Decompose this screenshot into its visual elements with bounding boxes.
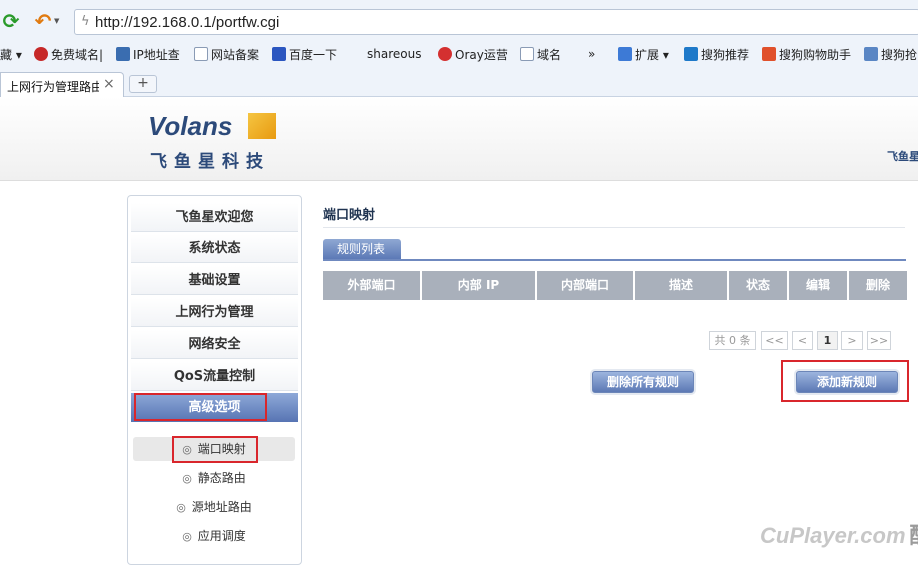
oray-icon [34, 47, 48, 61]
page-icon [520, 47, 534, 61]
shop-icon [762, 47, 776, 61]
column-header: 状态 [729, 271, 789, 300]
bookmark-item[interactable]: 搜狗抢 [864, 45, 917, 63]
bullet-icon: ◎ [182, 530, 192, 543]
bookmark-item[interactable]: 域名 [520, 45, 561, 63]
delete-all-rules-button[interactable]: 删除所有规则 [592, 371, 694, 393]
column-header: 删除 [849, 271, 907, 300]
lightning-icon: ϟ [81, 14, 90, 29]
page-icon [194, 47, 208, 61]
bookmark-item[interactable]: 扩展 ▾ [618, 45, 669, 63]
page-header: Volans 飞鱼星科技 飞鱼星 [0, 97, 918, 181]
search-icon [684, 47, 698, 61]
window-icon [864, 47, 878, 61]
pager-prev-button[interactable]: < [792, 331, 813, 350]
bookmark-item[interactable]: 网站备案 [194, 45, 259, 63]
column-header: 外部端口 [323, 271, 422, 300]
baidu-icon [272, 47, 286, 61]
chevron-down-icon[interactable]: ▼ [54, 17, 62, 25]
page-title: 端口映射 [323, 208, 376, 223]
sidebar-item-qos[interactable]: QoS流量控制 [131, 362, 298, 391]
sidebar: 飞鱼星欢迎您 系统状态 基础设置 上网行为管理 网络安全 QoS流量控制 高级选… [127, 195, 302, 565]
bookmarks-bar: 藏 ▾ 免费域名| IP地址查 网站备案 百度一下 shareous Oray运… [0, 42, 918, 66]
bookmark-item[interactable]: Oray运营 [438, 45, 508, 63]
pager-first-button[interactable]: << [761, 331, 788, 350]
add-rule-button[interactable]: 添加新规则 [796, 371, 898, 393]
pager-last-button[interactable]: >> [867, 331, 891, 350]
logo: Volans 飞鱼星科技 [148, 111, 288, 172]
sidebar-item-system-status[interactable]: 系统状态 [131, 234, 298, 263]
bookmark-item[interactable]: 搜狗推荐 [684, 45, 749, 63]
oray-icon [438, 47, 452, 61]
bookmark-item[interactable]: 免费域名| [34, 45, 103, 63]
new-tab-button[interactable]: + [129, 75, 157, 93]
sidebar-item-network-security[interactable]: 网络安全 [131, 330, 298, 359]
logo-wordmark: Volans [148, 111, 233, 141]
tab-active[interactable]: 上网行为管理路由 × [0, 72, 124, 97]
tab-bar: 上网行为管理路由 × + [0, 70, 918, 97]
divider [323, 259, 906, 261]
sub-item-app-scheduling[interactable]: ◎ 应用调度 [133, 524, 295, 548]
address-bar[interactable]: ϟ http://192.168.0.1/portfw.cgi [74, 9, 918, 35]
column-header: 编辑 [789, 271, 849, 300]
grid-icon [618, 47, 632, 61]
highlight-box [134, 393, 267, 421]
pager-total: 共 0 条 [709, 331, 756, 350]
refresh-icon[interactable]: ⟳ [0, 9, 24, 33]
sub-item-static-route[interactable]: ◎ 静态路由 [133, 466, 295, 490]
bookmark-item[interactable]: 百度一下 [272, 45, 337, 63]
back-icon[interactable]: ↶ [30, 9, 56, 33]
divider [323, 227, 905, 228]
bookmark-item[interactable]: shareous [367, 45, 421, 63]
sidebar-item-welcome[interactable]: 飞鱼星欢迎您 [131, 203, 298, 232]
rules-table-header: 外部端口 内部 IP 内部端口 描述 状态 编辑 删除 [323, 271, 907, 300]
bullet-icon: ◎ [176, 501, 186, 514]
header-right-text: 飞鱼星 [887, 150, 918, 163]
pager-next-button[interactable]: > [841, 331, 863, 350]
sidebar-item-behavior-mgmt[interactable]: 上网行为管理 [131, 298, 298, 327]
highlight-box [172, 436, 258, 463]
column-header: 内部 IP [422, 271, 537, 300]
tab-label: 上网行为管理路由 [7, 80, 99, 94]
bookmark-item[interactable]: IP地址查 [116, 45, 180, 63]
logo-subtitle: 飞鱼星科技 [150, 152, 270, 172]
bookmark-item[interactable]: 藏 ▾ [0, 45, 22, 63]
column-header: 内部端口 [537, 271, 635, 300]
url-text[interactable]: http://192.168.0.1/portfw.cgi [95, 14, 279, 31]
browser-chrome: ⟳ ↶ ▼ ϟ http://192.168.0.1/portfw.cgi 藏 … [0, 0, 918, 97]
bookmarks-overflow[interactable]: » [588, 45, 595, 63]
ip-icon [116, 47, 130, 61]
pager-current-page[interactable]: 1 [817, 331, 838, 350]
logo-mark-icon [248, 113, 276, 139]
close-icon[interactable]: × [103, 76, 115, 92]
tab-rule-list[interactable]: 规则列表 [323, 239, 401, 259]
bookmark-item[interactable]: 搜狗购物助手 [762, 45, 851, 63]
sidebar-item-basic-settings[interactable]: 基础设置 [131, 266, 298, 295]
sub-item-source-route[interactable]: ◎ 源地址路由 [133, 495, 295, 519]
watermark: CuPlayer.com酷播 [760, 523, 918, 548]
column-header: 描述 [635, 271, 729, 300]
bullet-icon: ◎ [182, 472, 192, 485]
